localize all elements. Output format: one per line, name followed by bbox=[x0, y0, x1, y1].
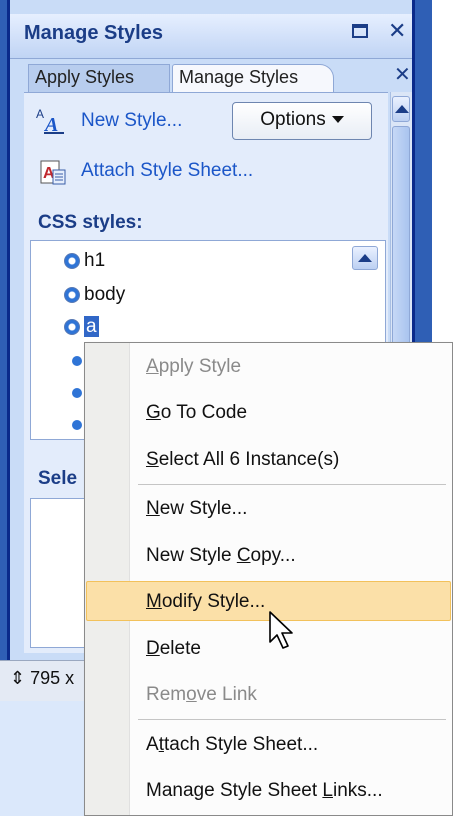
attach-style-sheet-link[interactable]: Attach Style Sheet... bbox=[81, 160, 253, 182]
attach-style-sheet-icon[interactable]: A bbox=[38, 158, 68, 188]
status-dimensions-value: 795 x bbox=[30, 668, 75, 688]
style-rule-icon bbox=[64, 252, 80, 269]
menu-item-apply-style[interactable]: Apply Style bbox=[146, 356, 241, 378]
list-scroll-up-button[interactable] bbox=[352, 246, 378, 270]
style-rule-icon bbox=[72, 356, 82, 366]
menu-separator bbox=[138, 484, 446, 485]
chevron-up-icon bbox=[395, 105, 409, 113]
style-item-label: h1 bbox=[84, 250, 106, 271]
svg-text:A: A bbox=[43, 114, 58, 134]
menu-item-remove-link[interactable]: Remove Link bbox=[146, 684, 257, 706]
menu-item-new-style[interactable]: New Style... bbox=[146, 498, 247, 520]
style-rule-icon bbox=[72, 388, 82, 398]
style-item-label: a bbox=[84, 316, 99, 337]
menu-item-go-to-code[interactable]: Go To Code bbox=[146, 402, 247, 424]
menu-item-attach-style-sheet[interactable]: Attach Style Sheet... bbox=[146, 734, 318, 756]
panel-scroll-up-button[interactable] bbox=[392, 96, 410, 122]
selected-style-heading: Sele bbox=[38, 468, 78, 489]
style-rule-icon bbox=[72, 420, 82, 430]
maximize-icon[interactable] bbox=[352, 24, 368, 38]
style-rule-icon bbox=[64, 286, 80, 303]
style-item-h1[interactable]: h1 bbox=[64, 250, 105, 276]
svg-text:A: A bbox=[36, 107, 44, 121]
status-dimensions: ⇕ 795 x bbox=[10, 668, 75, 688]
options-button[interactable]: Options bbox=[232, 102, 372, 140]
tab-manage-styles[interactable]: Manage Styles bbox=[172, 64, 334, 92]
style-rule-icon bbox=[64, 318, 80, 335]
menu-separator bbox=[138, 719, 446, 720]
mouse-pointer-icon bbox=[269, 611, 293, 649]
style-item-body[interactable]: body bbox=[64, 284, 125, 310]
chevron-up-icon bbox=[358, 254, 372, 262]
style-item-label: body bbox=[84, 284, 126, 305]
menu-item-delete[interactable]: Delete bbox=[146, 638, 201, 660]
menu-item-modify-style[interactable]: Modify Style... bbox=[146, 591, 265, 613]
new-style-icon[interactable]: A A bbox=[34, 106, 74, 134]
close-tab-icon[interactable]: ✕ bbox=[394, 62, 411, 87]
options-label: Options bbox=[260, 109, 326, 130]
new-style-link[interactable]: New Style... bbox=[81, 110, 182, 132]
close-panel-icon[interactable]: ✕ bbox=[388, 18, 406, 44]
context-menu-gutter bbox=[85, 343, 130, 815]
dropdown-arrow-icon bbox=[331, 116, 344, 124]
css-styles-heading: CSS styles: bbox=[38, 212, 143, 233]
tab-apply-styles[interactable]: Apply Styles bbox=[28, 64, 170, 92]
panel-title: Manage Styles bbox=[24, 22, 163, 44]
menu-item-select-all-instances[interactable]: Select All 6 Instance(s) bbox=[146, 449, 339, 471]
menu-item-manage-style-sheet-links[interactable]: Manage Style Sheet Links... bbox=[146, 780, 383, 802]
menu-item-new-style-copy[interactable]: New Style Copy... bbox=[146, 545, 296, 567]
panel-left-border bbox=[0, 0, 10, 660]
style-item-a[interactable]: a bbox=[64, 316, 99, 342]
